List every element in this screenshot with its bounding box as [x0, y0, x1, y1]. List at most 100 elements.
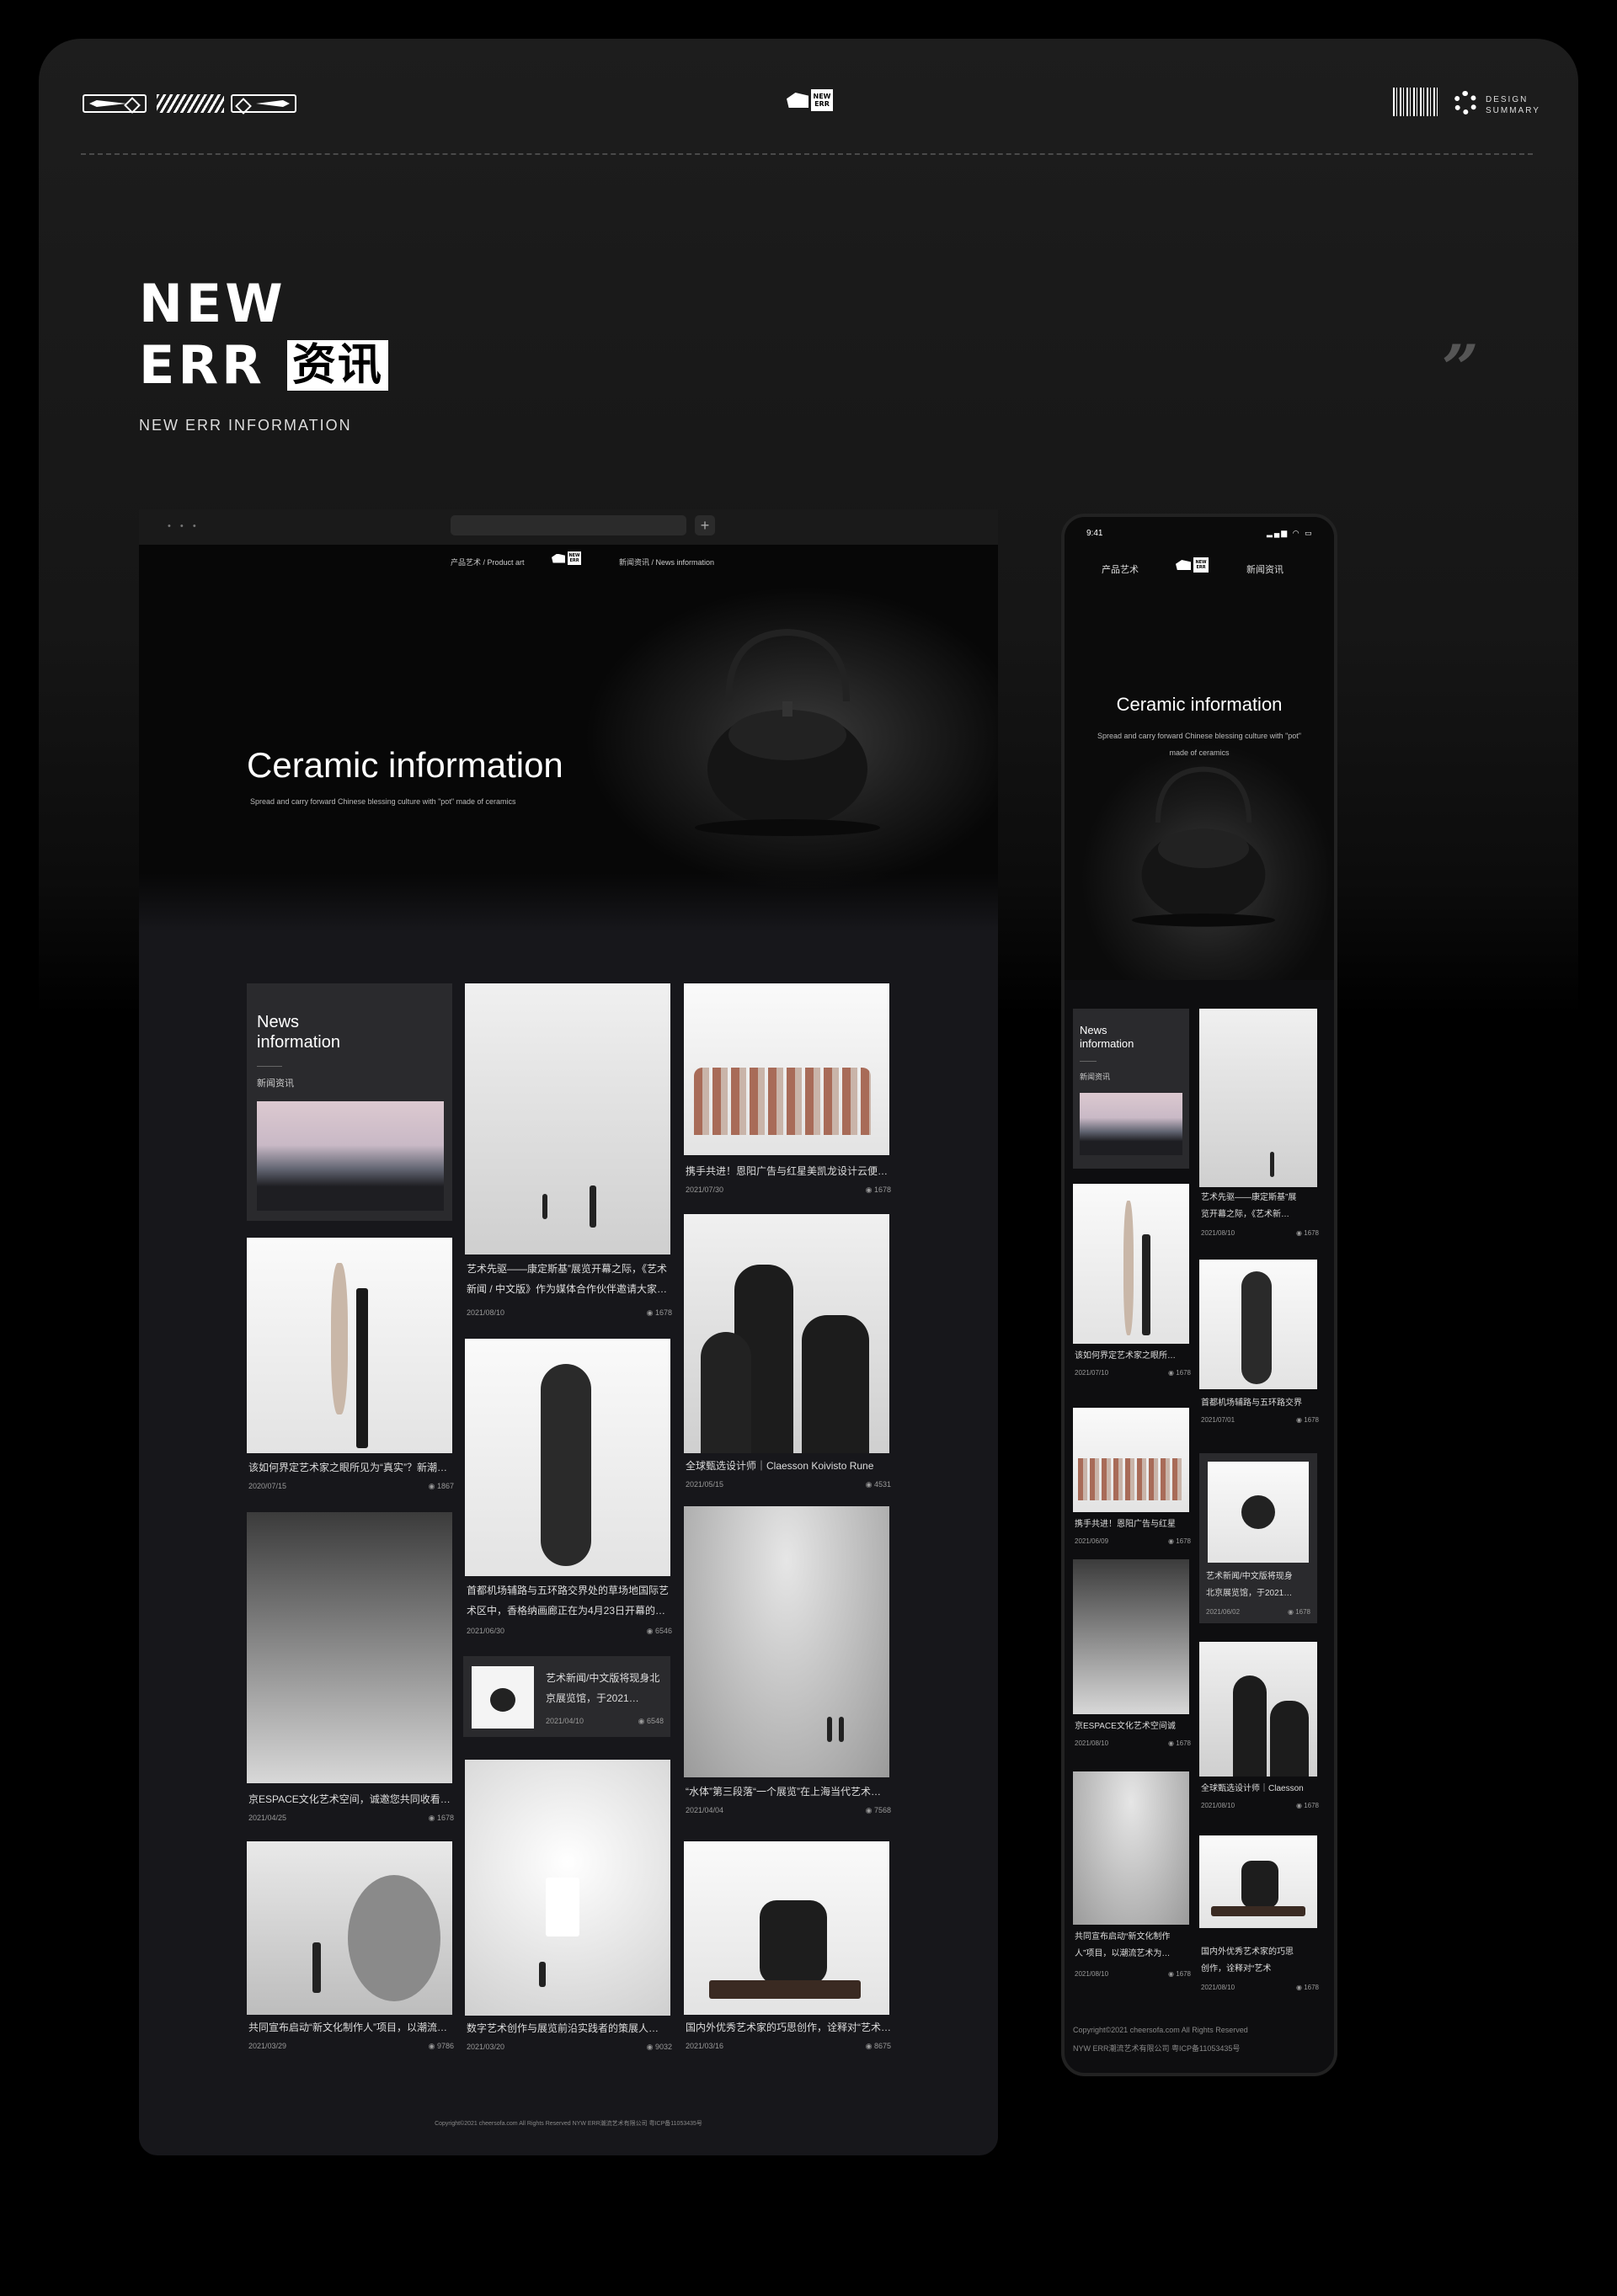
news-card[interactable]: 首都机场辅路与五环路交界处的草场地国际艺 术区中，香格纳画廊正在为4月23日开幕…: [465, 1339, 672, 1640]
card-date: 2020/07/15: [248, 1482, 287, 1490]
card-caption: 览开幕之际，《艺术新…: [1201, 1210, 1289, 1219]
news-heading-cn: 新闻资讯: [257, 1079, 294, 1089]
news-card[interactable]: 国内外优秀艺术家的巧思创作，诠释对“艺术… 2021/03/16 ◉ 8675: [684, 1841, 891, 2057]
card-views: 1678: [1176, 1537, 1191, 1545]
eye-icon: ◉ 9786: [428, 2042, 454, 2050]
news-card-small[interactable]: 艺术新闻/中文版将现身北京展览馆，于2021… 2021/04/10 ◉ 6548: [463, 1656, 670, 1737]
heading-divider: [1080, 1061, 1097, 1062]
news-card[interactable]: 该如何界定艺术家之眼所见为“真实”？新潮… 2020/07/15 ◉ 1867: [247, 1238, 454, 1495]
teapot-image: [1132, 766, 1275, 927]
card-caption: 京ESPACE文化艺术空间诚: [1075, 1722, 1176, 1731]
card-caption: 全球甄选设计师｜Claesson: [1201, 1784, 1304, 1793]
mobile-news-card[interactable]: 首都机场辅路与五环路交界 2021/07/01 ◉ 1678: [1199, 1260, 1319, 1435]
eye-icon: ◉ 1678: [1288, 1608, 1310, 1616]
news-card[interactable]: 全球甄选设计师｜Claesson Koivisto Rune 2021/05/1…: [684, 1214, 891, 1489]
news-cover-image[interactable]: [1080, 1093, 1182, 1155]
mobile-nav-logo[interactable]: NEW ERR: [1176, 557, 1209, 573]
light-room-image: [465, 1760, 670, 2016]
logo-box: NEW ERR: [811, 89, 833, 111]
window-dots-icon[interactable]: • • •: [168, 521, 200, 531]
mobile-news-card[interactable]: 该如何界定艺术家之眼所… 2021/07/10 ◉ 1678: [1073, 1184, 1191, 1391]
card-date: 2021/05/15: [686, 1480, 724, 1489]
hero-title: Ceramic information: [247, 745, 563, 785]
eye-icon: ◉ 4531: [865, 1480, 891, 1489]
card-caption: 国内外优秀艺术家的巧思: [1201, 1947, 1294, 1957]
quote-mark-icon: ”: [1442, 331, 1479, 406]
card-views: 8675: [873, 2042, 891, 2050]
card-views: 1678: [1176, 1739, 1191, 1747]
vases-image: [1073, 1408, 1189, 1512]
card-views: 9032: [654, 2043, 672, 2051]
sculpture-image: [1199, 1260, 1317, 1389]
news-card[interactable]: 数字艺术创作与展览前沿实践者的策展人… 2021/03/20 ◉ 9032: [465, 1760, 672, 2058]
architecture-image: [247, 1512, 452, 1783]
card-date: 2021/08/10: [467, 1308, 505, 1317]
eye-icon: ◉ 1678: [646, 1308, 672, 1317]
card-meta: 2021/05/15 ◉ 4531: [686, 1480, 891, 1489]
news-card[interactable]: 共同宣布启动“新文化制作人”项目，以潮流… 2021/03/29 ◉ 9786: [247, 1841, 454, 2057]
card-date: 2021/04/25: [248, 1814, 287, 1822]
card-meta: 2021/03/20 ◉ 9032: [467, 2043, 672, 2052]
nav-product-art[interactable]: 产品艺术 / Product art: [451, 557, 525, 567]
card-meta: 2021/04/25 ◉ 1678: [248, 1814, 454, 1823]
address-bar[interactable]: [451, 515, 686, 535]
news-cover-image[interactable]: [257, 1101, 444, 1211]
mobile-nav-news[interactable]: 新闻资讯: [1246, 562, 1283, 576]
architecture-image: [1073, 1559, 1189, 1714]
card-views: 1678: [1176, 1970, 1191, 1978]
nav-news-information[interactable]: 新闻资讯 / News information: [619, 557, 714, 567]
card-meta: 2020/07/15 ◉ 1867: [248, 1482, 454, 1491]
mobile-news-card[interactable]: 携手共进！恩阳广告与红星 2021/06/09 ◉ 1678: [1073, 1408, 1191, 1556]
page-title-line1: NEW: [139, 273, 286, 334]
card-views: 1678: [1304, 1229, 1319, 1237]
news-card[interactable]: 携手共进！恩阳广告与红星美凯龙设计云便… 2021/07/30 ◉ 1678: [684, 983, 891, 1204]
card-meta: 2021/06/09 ◉ 1678: [1075, 1537, 1191, 1545]
logo-text: ERR: [569, 558, 579, 563]
teapot-set-image: [1199, 1835, 1317, 1928]
design-summary-label: DESIGN SUMMARY: [1486, 94, 1540, 116]
card-date: 2021/03/16: [686, 2042, 724, 2050]
mobile-footer-copyright: Copyright©2021 cheersofa.com All Rights …: [1073, 2026, 1248, 2034]
new-tab-button[interactable]: +: [695, 515, 715, 535]
eye-icon: ◉ 1678: [1168, 1970, 1191, 1978]
gallery-image: [1199, 1009, 1317, 1187]
card-meta: 2021/08/10 ◉ 1678: [1075, 1970, 1191, 1978]
card-caption: 数字艺术创作与展览前沿实践者的策展人…: [467, 2022, 659, 2034]
card-caption: 艺术新闻/中文版将现身: [1206, 1572, 1293, 1581]
news-card[interactable]: 艺术先驱——康定斯基”展览开幕之际，《艺术 新闻 / 中文版》作为媒体合作伙伴邀…: [465, 983, 672, 1320]
logo-text: ERR: [1196, 565, 1206, 570]
eye-icon: ◉ 1867: [428, 1482, 454, 1490]
card-views: 1678: [436, 1814, 454, 1822]
recycle-icon: [1454, 91, 1477, 115]
card-date: 2021/06/02: [1206, 1608, 1241, 1616]
card-caption: 携手共进！恩阳广告与红星美凯龙设计云便…: [686, 1165, 889, 1177]
eye-icon: ◉ 1678: [428, 1814, 454, 1822]
card-caption: 艺术新闻/中文版将现身北京展览馆，于2021…: [546, 1672, 660, 1704]
mobile-mockup: 9:41 ▂▄▆ ◠ ▭ 产品艺术 NEW ERR 新闻资讯 Ceramic in…: [1061, 514, 1337, 2076]
mobile-news-card[interactable]: 国内外优秀艺术家的巧思 创作，诠释对“艺术 2021/08/10 ◉ 1678: [1199, 1835, 1319, 1995]
mobile-nav-product-art[interactable]: 产品艺术: [1102, 562, 1139, 576]
mobile-news-card[interactable]: 全球甄选设计师｜Claesson 2021/08/10 ◉ 1678: [1199, 1642, 1319, 1820]
news-card[interactable]: 京ESPACE文化艺术空间，诚邀您共同收看… 2021/04/25 ◉ 1678: [247, 1512, 454, 1829]
nav-logo[interactable]: NEW ERR: [552, 551, 581, 565]
card-caption: 首都机场辅路与五环路交界处的草场地国际艺: [467, 1585, 670, 1596]
card-date: 2021/07/01: [1201, 1416, 1235, 1424]
mobile-news-card[interactable]: 艺术先驱——康定斯基”展 览开幕之际，《艺术新… 2021/08/10 ◉ 167…: [1199, 1009, 1319, 1244]
card-views: 4531: [873, 1480, 891, 1489]
mobile-news-card[interactable]: 共同宣布启动“新文化制作 人”项目，以潮流艺术为… 2021/08/10 ◉ 16…: [1073, 1771, 1191, 1992]
eye-icon: ◉ 1678: [1296, 1416, 1319, 1424]
news-card[interactable]: “水体”第三段落“一个展览”在上海当代艺术… 2021/04/04 ◉ 7568: [684, 1506, 891, 1823]
cap-icon: [787, 93, 808, 108]
mobile-news-card[interactable]: 京ESPACE文化艺术空间诚 2021/08/10 ◉ 1678: [1073, 1559, 1191, 1761]
water-hall-image: [684, 1506, 889, 1777]
card-meta: 2021/04/10 ◉ 6548: [546, 1717, 664, 1726]
stripes-icon: [157, 94, 224, 113]
title-boxed: 资讯: [286, 340, 388, 391]
mobile-footer-company: NYW ERR潮流艺术有限公司 粤ICP备11053435号: [1073, 2044, 1241, 2053]
card-views: 1678: [1176, 1369, 1191, 1377]
sculpture-image: [1073, 1184, 1189, 1344]
logo-box: NEW ERR: [1193, 557, 1209, 573]
card-caption: 共同宣布启动“新文化制作: [1075, 1932, 1171, 1942]
card-date: 2021/08/10: [1201, 1229, 1235, 1237]
mobile-news-card[interactable]: 艺术新闻/中文版将现身 北京展览馆，于2021… 2021/06/02 ◉ 167…: [1199, 1453, 1317, 1623]
